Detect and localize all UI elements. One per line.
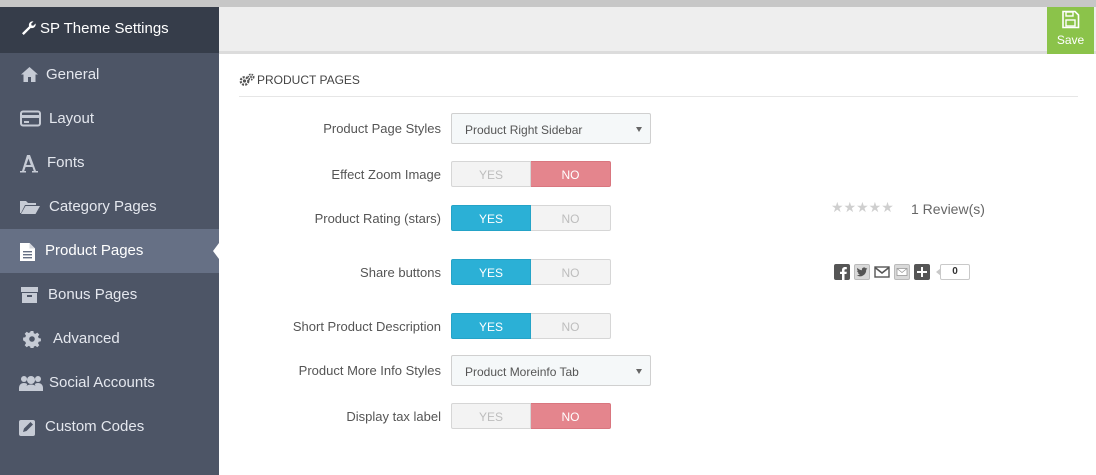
display-tax-label-toggle[interactable]: YES NO [451,403,611,429]
section-title-text: PRODUCT PAGES [257,73,360,87]
effect-zoom-image-toggle[interactable]: YES NO [451,161,611,187]
sidebar-item-general[interactable]: General [0,53,219,97]
active-indicator [213,243,219,259]
share-buttons-toggle[interactable]: YES NO [451,259,611,285]
product-more-info-styles-select[interactable]: Product Moreinfo Tab [451,355,651,386]
folder-open-icon [19,198,40,216]
wrench-icon [20,20,36,36]
short-product-description-label: Short Product Description [292,319,441,334]
star-icons: ★★★★★ [831,200,894,216]
archive-icon [20,286,40,304]
share-count: 0 [936,264,970,280]
caret-down-icon [636,127,642,132]
edit-icon [18,418,38,436]
review-count: 1 Review(s) [911,201,985,217]
product-rating-toggle[interactable]: YES NO [451,205,611,231]
product-page-styles-select[interactable]: Product Right Sidebar [451,113,651,144]
display-tax-label-label: Display tax label [346,409,441,424]
sidebar-title: SP Theme Settings [40,20,169,37]
toggle-yes[interactable]: YES [451,313,531,339]
product-more-info-styles-label: Product More Info Styles [298,363,441,378]
twitter-icon[interactable] [854,264,870,280]
sidebar-item-layout[interactable]: Layout [0,97,219,141]
sidebar-item-product-pages[interactable]: Product Pages [0,229,219,273]
email-icon[interactable] [894,264,910,280]
sidebar-item-label: Social Accounts [49,374,155,391]
sidebar-item-label: Product Pages [45,242,144,259]
sidebar-item-label: Layout [49,110,95,127]
sidebar-item-label: Advanced [53,330,120,347]
users-icon [19,374,43,392]
plus-icon[interactable] [914,264,930,280]
home-icon [20,66,40,84]
font-icon [19,154,39,173]
caret-down-icon [636,369,642,374]
sidebar-item-category-pages[interactable]: Category Pages [0,185,219,229]
toggle-yes[interactable]: YES [451,403,531,429]
toggle-no[interactable]: NO [531,161,611,187]
window-top-strip [0,0,1096,7]
sidebar-item-social-accounts[interactable]: Social Accounts [0,361,219,405]
section-divider [239,96,1078,97]
floppy-disk-icon [1062,10,1080,29]
sidebar-item-label: Bonus Pages [48,286,138,303]
toggle-no[interactable]: NO [531,403,611,429]
sidebar-item-label: Custom Codes [45,418,145,435]
gear-icon [23,330,43,349]
sidebar-item-label: Fonts [47,154,85,171]
top-toolbar [219,7,1096,54]
toggle-yes[interactable]: YES [451,259,531,285]
select-value: Product Moreinfo Tab [465,365,579,379]
credit-card-icon [20,110,41,128]
file-icon [19,242,39,261]
effect-zoom-image-label: Effect Zoom Image [331,167,441,182]
short-product-description-toggle[interactable]: YES NO [451,313,611,339]
sidebar-item-label: General [46,66,100,83]
save-label: Save [1056,33,1085,47]
sidebar-item-fonts[interactable]: Fonts [0,141,219,185]
toggle-no[interactable]: NO [531,259,611,285]
product-page-styles-label: Product Page Styles [323,121,441,136]
product-rating-label: Product Rating (stars) [314,211,441,226]
sidebar-item-advanced[interactable]: Advanced [0,317,219,361]
facebook-icon[interactable] [834,264,850,280]
cogs-icon [239,73,255,86]
sidebar-header: SP Theme Settings [0,7,219,53]
sidebar-item-label: Category Pages [49,198,157,215]
toggle-no[interactable]: NO [531,313,611,339]
save-button[interactable]: Save [1047,7,1094,54]
share-buttons-label: Share buttons [360,265,441,280]
sidebar-item-bonus-pages[interactable]: Bonus Pages [0,273,219,317]
toggle-yes[interactable]: YES [451,205,531,231]
toggle-no[interactable]: NO [531,205,611,231]
gmail-icon[interactable] [874,264,890,280]
sidebar-item-custom-codes[interactable]: Custom Codes [0,405,219,449]
select-value: Product Right Sidebar [465,123,583,137]
sidebar: SP Theme Settings General Layout Fonts C… [0,7,219,475]
toggle-yes[interactable]: YES [451,161,531,187]
